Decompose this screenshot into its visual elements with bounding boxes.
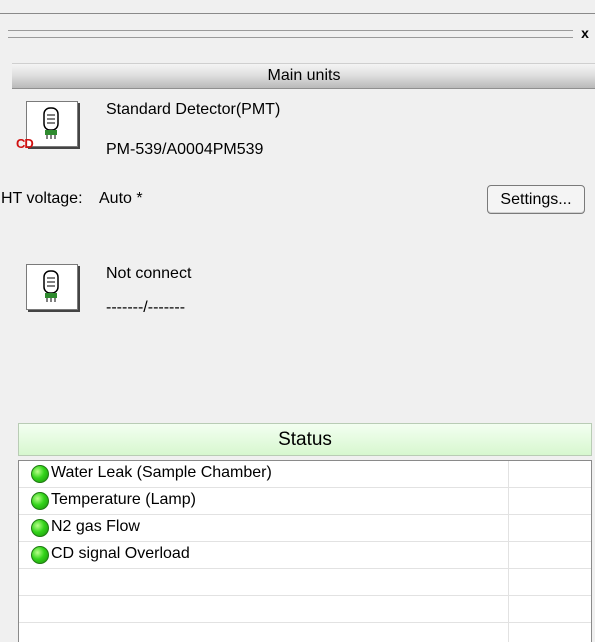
main-units-header: Main units bbox=[12, 63, 595, 89]
status-row[interactable]: Temperature (Lamp) bbox=[19, 488, 591, 515]
top-border bbox=[0, 13, 595, 14]
status-ok-icon bbox=[31, 465, 49, 483]
status-ok-icon bbox=[31, 546, 49, 564]
column-divider bbox=[508, 569, 509, 595]
status-row[interactable]: CD signal Overload bbox=[19, 542, 591, 569]
status-row[interactable]: N2 gas Flow bbox=[19, 515, 591, 542]
detector2-name: Not connect bbox=[106, 265, 192, 282]
status-label: Temperature (Lamp) bbox=[51, 491, 196, 508]
detector1-name: Standard Detector(PMT) bbox=[106, 101, 281, 118]
pmt-detector-icon bbox=[26, 101, 78, 147]
ht-voltage-label: HT voltage: bbox=[1, 190, 83, 207]
status-ok-icon bbox=[31, 492, 49, 510]
status-header: Status bbox=[18, 423, 592, 456]
detector1-model: PM-539/A0004PM539 bbox=[106, 141, 264, 158]
ht-voltage-value: Auto * bbox=[99, 190, 143, 207]
column-divider bbox=[508, 515, 509, 541]
status-row-empty bbox=[19, 569, 591, 596]
status-label: CD signal Overload bbox=[51, 545, 190, 562]
settings-button[interactable]: Settings... bbox=[487, 185, 585, 214]
close-icon[interactable]: x bbox=[578, 26, 592, 40]
panel-drag-grip[interactable] bbox=[8, 30, 573, 38]
status-ok-icon bbox=[31, 519, 49, 537]
pmt-detector-icon bbox=[26, 264, 78, 310]
status-row-empty bbox=[19, 623, 591, 642]
detector2-model: -------/------- bbox=[106, 299, 186, 316]
column-divider bbox=[508, 596, 509, 622]
cd-badge: CD bbox=[16, 136, 34, 151]
status-row-empty bbox=[19, 596, 591, 623]
column-divider bbox=[508, 542, 509, 568]
status-list: Water Leak (Sample Chamber) Temperature … bbox=[18, 460, 592, 642]
status-row[interactable]: Water Leak (Sample Chamber) bbox=[19, 461, 591, 488]
column-divider bbox=[508, 488, 509, 514]
column-divider bbox=[508, 461, 509, 487]
status-label: Water Leak (Sample Chamber) bbox=[51, 464, 272, 481]
status-label: N2 gas Flow bbox=[51, 518, 140, 535]
column-divider bbox=[508, 623, 509, 642]
